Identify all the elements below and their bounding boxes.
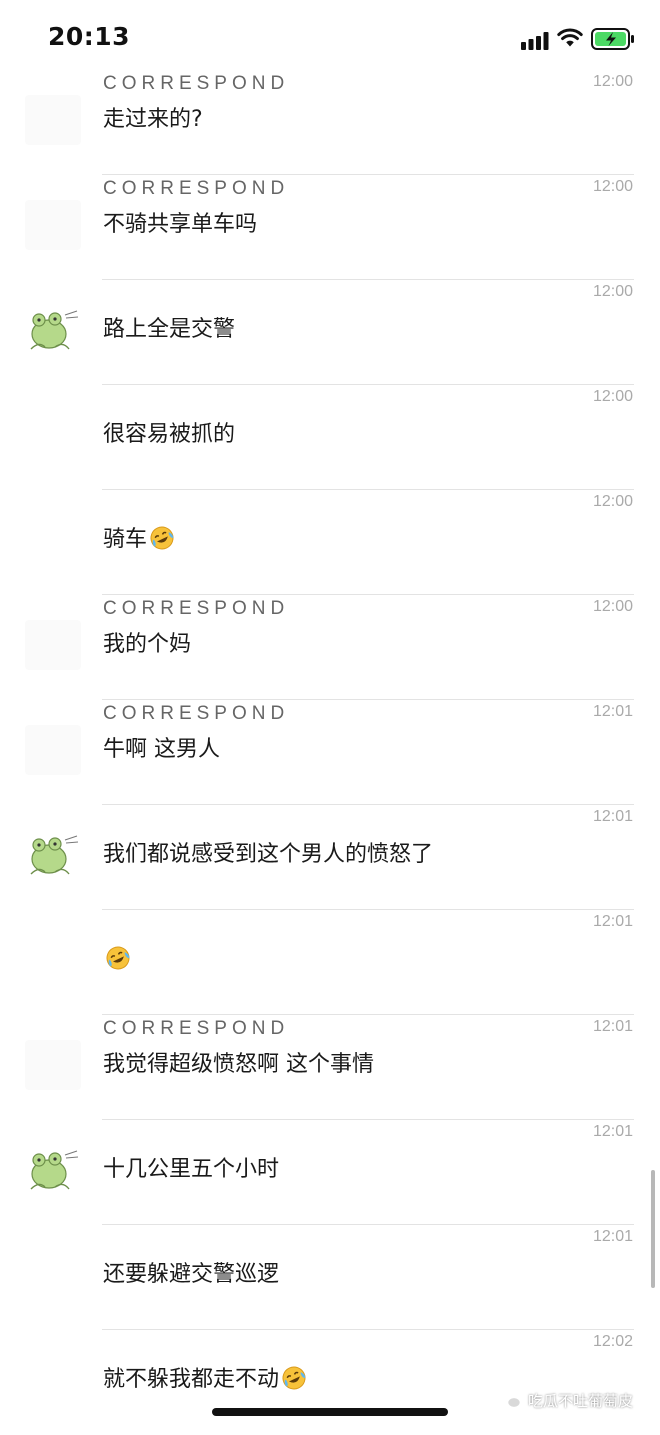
message-text: 就不躲我都走不动 bbox=[103, 1365, 307, 1395]
message-text-content: 走过来的? bbox=[103, 107, 203, 132]
message-text: 走过来的? bbox=[103, 105, 203, 135]
avatar[interactable] bbox=[25, 1040, 81, 1090]
message-text bbox=[103, 945, 131, 975]
sender-name: CORRESPOND bbox=[103, 1018, 290, 1039]
message-text: 我觉得超级愤怒啊 这个事情 bbox=[103, 1050, 374, 1080]
message-text: 很容易被抓的 bbox=[103, 420, 235, 450]
home-indicator[interactable] bbox=[212, 1408, 448, 1416]
message-row[interactable]: 12:02 就不躲我都走不动 bbox=[0, 1330, 660, 1435]
status-time: 20:13 bbox=[48, 22, 131, 51]
avatar[interactable] bbox=[25, 725, 81, 775]
message-timestamp: 12:02 bbox=[592, 1333, 633, 1350]
message-row[interactable]: 12:01 我们都说感受到这个男人的愤怒了 bbox=[0, 805, 660, 910]
battery-charging-icon bbox=[591, 28, 634, 50]
message-row[interactable]: 12:01 bbox=[0, 910, 660, 1015]
message-text: 骑车 bbox=[103, 525, 175, 555]
message-text: 十几公里五个小时 bbox=[103, 1155, 279, 1185]
watermark: 吃瓜不吐葡萄皮 bbox=[498, 1387, 633, 1413]
message-text-content: 很容易被抓的 bbox=[103, 422, 236, 447]
message-list: CORRESPOND 12:00 走过来的? CORRESPOND 12:00 不骑共享单… bbox=[0, 70, 660, 1435]
frog-avatar-icon[interactable] bbox=[25, 305, 81, 355]
message-row[interactable]: 12:01 还要躲避交警巡逻 bbox=[0, 1225, 660, 1330]
frog-avatar-icon[interactable] bbox=[25, 1145, 81, 1195]
scroll-indicator[interactable] bbox=[651, 1170, 655, 1288]
message-timestamp: 12:00 bbox=[592, 73, 633, 90]
frog-avatar-icon[interactable] bbox=[25, 830, 81, 880]
message-timestamp: 12:01 bbox=[592, 1123, 633, 1140]
message-row[interactable]: CORRESPOND 12:00 走过来的? bbox=[0, 70, 660, 175]
laughing-crying-emoji-icon bbox=[150, 526, 174, 550]
message-row[interactable]: 12:00 很容易被抓的 bbox=[0, 385, 660, 490]
message-text-content: 不骑共享单车吗 bbox=[103, 212, 258, 237]
message-text-content: 我的个妈 bbox=[103, 632, 192, 657]
message-row[interactable]: 12:00 骑车 bbox=[0, 490, 660, 595]
message-text-content: 骑车 bbox=[103, 527, 148, 552]
message-text: 牛啊 这男人 bbox=[103, 735, 220, 765]
message-text: 不骑共享单车吗 bbox=[103, 210, 257, 240]
message-timestamp: 12:01 bbox=[592, 703, 633, 720]
laughing-crying-emoji-icon bbox=[106, 946, 130, 970]
watermark-text: 吃瓜不吐葡萄皮 bbox=[528, 1391, 634, 1410]
message-row[interactable]: CORRESPOND 12:00 不骑共享单车吗 bbox=[0, 175, 660, 280]
sender-name: CORRESPOND bbox=[103, 178, 290, 199]
message-text-content: 牛啊 这男人 bbox=[103, 737, 220, 762]
avatar[interactable] bbox=[25, 200, 81, 250]
wechat-icon bbox=[498, 1390, 522, 1409]
message-row[interactable]: CORRESPOND 12:01 牛啊 这男人 bbox=[0, 700, 660, 805]
message-timestamp: 12:01 bbox=[592, 808, 633, 825]
message-row[interactable]: CORRESPOND 12:01 我觉得超级愤怒啊 这个事情 bbox=[0, 1015, 660, 1120]
laughing-crying-emoji-icon bbox=[282, 1366, 306, 1390]
message-text-content: 我们都说感受到这个男人的愤怒了 bbox=[103, 842, 434, 867]
message-text-content: 我觉得超级愤怒啊 这个事情 bbox=[103, 1052, 374, 1077]
cellular-signal-icon bbox=[521, 32, 549, 50]
avatar[interactable] bbox=[25, 620, 81, 670]
sender-name: CORRESPOND bbox=[103, 73, 290, 94]
message-timestamp: 12:01 bbox=[592, 1228, 633, 1245]
message-row[interactable]: CORRESPOND 12:00 我的个妈 bbox=[0, 595, 660, 700]
message-text: 我的个妈 bbox=[103, 630, 191, 660]
status-bar: 20:13 bbox=[0, 0, 660, 80]
sender-name: CORRESPOND bbox=[103, 598, 290, 619]
message-text: 我们都说感受到这个男人的愤怒了 bbox=[103, 840, 433, 870]
message-text-content: 就不躲我都走不动 bbox=[103, 1367, 280, 1392]
message-text-content: 还要躲避交警巡逻 bbox=[103, 1262, 280, 1287]
message-text: 还要躲避交警巡逻 bbox=[103, 1260, 279, 1290]
message-text-content: 路上全是交警 bbox=[103, 317, 236, 342]
message-text-content: 十几公里五个小时 bbox=[103, 1157, 280, 1182]
message-row[interactable]: 12:00 路上全是交警 bbox=[0, 280, 660, 385]
message-timestamp: 12:00 bbox=[592, 283, 633, 300]
message-timestamp: 12:01 bbox=[592, 1018, 633, 1035]
message-timestamp: 12:00 bbox=[592, 178, 633, 195]
message-row[interactable]: 12:01 十几公里五个小时 bbox=[0, 1120, 660, 1225]
message-timestamp: 12:01 bbox=[592, 913, 633, 930]
avatar[interactable] bbox=[25, 95, 81, 145]
message-timestamp: 12:00 bbox=[592, 598, 633, 615]
message-timestamp: 12:00 bbox=[592, 493, 633, 510]
sender-name: CORRESPOND bbox=[103, 703, 290, 724]
message-text: 路上全是交警 bbox=[103, 315, 235, 345]
wifi-icon bbox=[557, 28, 583, 47]
message-timestamp: 12:00 bbox=[592, 388, 633, 405]
